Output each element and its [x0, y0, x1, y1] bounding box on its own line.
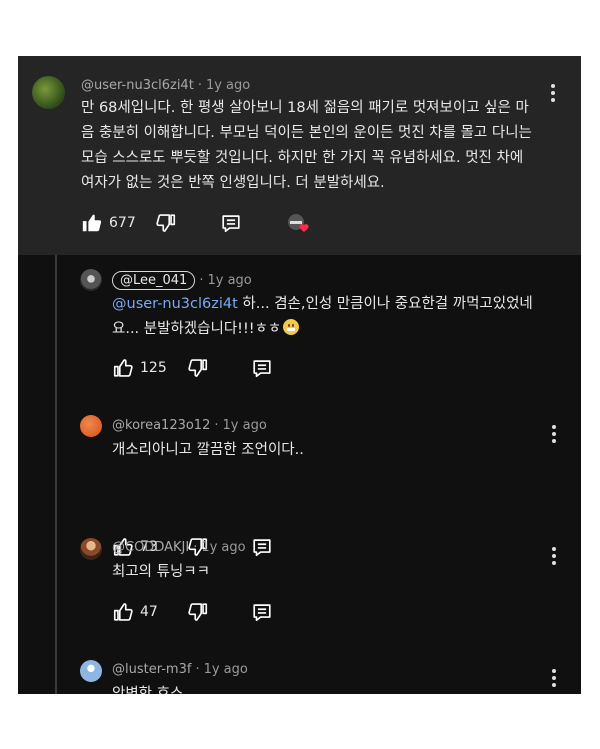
- grinning-emoji-icon: [283, 319, 300, 335]
- comment-text: 만 68세입니다. 한 평생 살아보니 18세 젊음의 패기로 멋져보이고 싶은…: [81, 96, 561, 196]
- reply: @Lee_041 · 1y ago @user-nu3cl6zi4t 하... 겸손…: [18, 255, 581, 375]
- creator-heart-icon: [288, 214, 309, 232]
- comment-line: 모습 스스로도 뿌듯할 것입니다. 하지만 한 가지 꼭 유념하세요. 멋진 차…: [81, 150, 524, 166]
- like-count: 677: [109, 215, 136, 231]
- like-icon: [112, 601, 134, 623]
- like-count: 125: [140, 360, 167, 376]
- reply-button[interactable]: [251, 601, 273, 623]
- dislike-icon: [155, 212, 177, 234]
- comment-time: 1y ago: [222, 418, 267, 433]
- comment-author[interactable]: @luster-m3f: [112, 662, 191, 677]
- comment-author[interactable]: @CODDAKJI: [112, 540, 189, 555]
- comment-line: 만 68세입니다. 한 평생 살아보니 18세 젊음의 패기로 멋져보이고 싶은…: [81, 100, 529, 116]
- avatar[interactable]: [80, 660, 102, 682]
- mention-link[interactable]: @user-nu3cl6zi4t: [112, 296, 238, 312]
- comment-line: 요... 분발하겠습니다!!!ㅎㅎ: [112, 321, 282, 337]
- comment-author[interactable]: @Lee_041: [112, 271, 196, 290]
- comment-meta: @user-nu3cl6zi4t · 1y ago: [81, 78, 251, 93]
- comment-time: 1y ago: [201, 540, 246, 555]
- dislike-button[interactable]: [155, 212, 177, 234]
- comment-actions: 47: [112, 601, 312, 625]
- creator-heart: [285, 212, 313, 236]
- like-button[interactable]: 677: [81, 212, 136, 234]
- avatar[interactable]: [80, 415, 102, 437]
- like-button[interactable]: 125: [112, 357, 167, 379]
- like-count: 47: [140, 604, 158, 620]
- dislike-icon: [187, 601, 209, 623]
- comment-time: 1y ago: [203, 662, 248, 677]
- like-button[interactable]: 47: [112, 601, 158, 623]
- comment-text: @user-nu3cl6zi4t 하... 겸손,인성 만큼이나 중요한걸 까먹…: [112, 292, 567, 342]
- dislike-button[interactable]: [187, 357, 209, 379]
- dislike-icon: [187, 357, 209, 379]
- comment-actions: 677: [81, 212, 381, 236]
- dislike-button[interactable]: [187, 601, 209, 623]
- comment-time: 1y ago: [207, 273, 252, 288]
- reply-button[interactable]: [220, 212, 242, 234]
- top-comment: @user-nu3cl6zi4t · 1y ago 만 68세입니다. 한 평생 살…: [18, 56, 581, 255]
- comment-line: 안변한 흐스: [112, 686, 184, 694]
- comments-screen: @user-nu3cl6zi4t · 1y ago 만 68세입니다. 한 평생 살…: [18, 56, 581, 694]
- comment-line: 하... 겸손,인성 만큼이나 중요한걸 까먹고있었네: [237, 296, 533, 312]
- comment-author[interactable]: @user-nu3cl6zi4t: [81, 78, 194, 93]
- comment-line: 여자가 없는 것은 반쪽 인생입니다. 더 분발하세요.: [81, 175, 385, 191]
- comment-line: 개소리아니고 깔끔한 조언이다..: [112, 442, 304, 458]
- comment-text: 최고의 튜닝ㅋㅋ: [112, 560, 552, 585]
- reply-button[interactable]: [251, 357, 273, 379]
- comment-text: 안변한 흐스: [112, 682, 552, 694]
- comment-meta: @CODDAKJI · 1y ago: [112, 540, 246, 555]
- reply-icon: [251, 357, 273, 379]
- avatar[interactable]: [32, 76, 65, 109]
- comment-actions: 125: [112, 357, 312, 381]
- reply-icon: [251, 601, 273, 623]
- reply: @CODDAKJI · 1y ago 최고의 튜닝ㅋㅋ 47: [18, 534, 581, 644]
- comment-meta: @Lee_041 · 1y ago: [112, 271, 252, 290]
- comment-meta: @korea123o12 · 1y ago: [112, 418, 267, 433]
- avatar[interactable]: [80, 538, 102, 560]
- reply: @luster-m3f · 1y ago 안변한 흐스: [18, 656, 581, 694]
- avatar[interactable]: [80, 269, 102, 291]
- comment-author[interactable]: @korea123o12: [112, 418, 210, 433]
- comment-meta: @luster-m3f · 1y ago: [112, 662, 248, 677]
- like-icon: [112, 357, 134, 379]
- comment-line: 최고의 튜닝ㅋㅋ: [112, 564, 210, 580]
- comment-line: 음 충분히 이해합니다. 부모님 덕이든 본인의 운이든 멋진 차를 몰고 다니…: [81, 125, 532, 141]
- like-icon: [81, 212, 103, 234]
- comment-text: 개소리아니고 깔끔한 조언이다..: [112, 438, 552, 463]
- reply-icon: [220, 212, 242, 234]
- reply: @korea123o12 · 1y ago 개소리아니고 깔끔한 조언이다.. 73: [18, 412, 581, 522]
- comment-time: 1y ago: [205, 78, 251, 93]
